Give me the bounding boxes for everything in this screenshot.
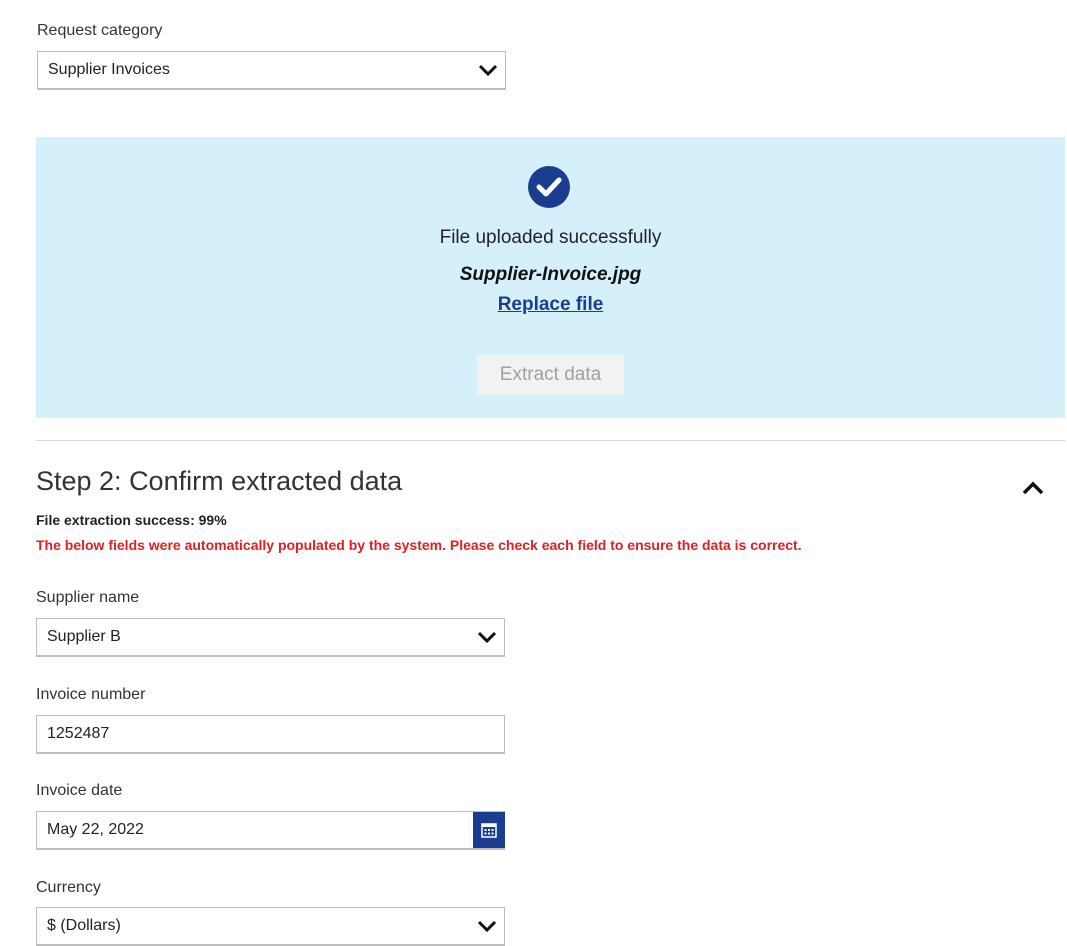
currency-value: $ (Dollars) [47, 917, 121, 934]
request-category-select[interactable]: Supplier Invoices [37, 51, 506, 90]
invoice-date-value: May 22, 2022 [47, 821, 144, 838]
step2-title: Step 2: Confirm extracted data [36, 466, 403, 496]
currency-select[interactable]: $ (Dollars) [36, 907, 505, 946]
chevron-down-icon [470, 908, 504, 944]
chevron-down-icon [470, 619, 504, 655]
chevron-down-icon [471, 52, 505, 88]
currency-label: Currency [36, 879, 101, 896]
calendar-icon[interactable] [473, 812, 505, 848]
invoice-number-input[interactable]: 1252487 [36, 715, 505, 754]
invoice-number-label: Invoice number [36, 686, 146, 703]
chevron-up-icon[interactable] [1018, 476, 1048, 500]
supplier-name-value: Supplier B [47, 628, 121, 645]
auto-populate-warning: The below fields were automatically popu… [36, 537, 802, 553]
uploaded-file-name: Supplier-Invoice.jpg [459, 264, 642, 285]
invoice-date-input[interactable]: May 22, 2022 [36, 811, 505, 850]
request-category-value: Supplier Invoices [48, 61, 170, 78]
extraction-success-text: File extraction success: 99% [36, 512, 227, 528]
upload-status-text: File uploaded successfully [439, 227, 662, 248]
check-circle-icon [528, 166, 570, 208]
supplier-name-label: Supplier name [36, 589, 140, 606]
section-divider [36, 440, 1065, 441]
invoice-number-value: 1252487 [47, 725, 110, 742]
invoice-date-label: Invoice date [36, 782, 123, 799]
request-category-label: Request category [37, 22, 163, 39]
supplier-name-select[interactable]: Supplier B [36, 618, 505, 657]
extract-data-button[interactable]: Extract data [477, 355, 624, 395]
replace-file-link[interactable]: Replace file [498, 294, 604, 315]
